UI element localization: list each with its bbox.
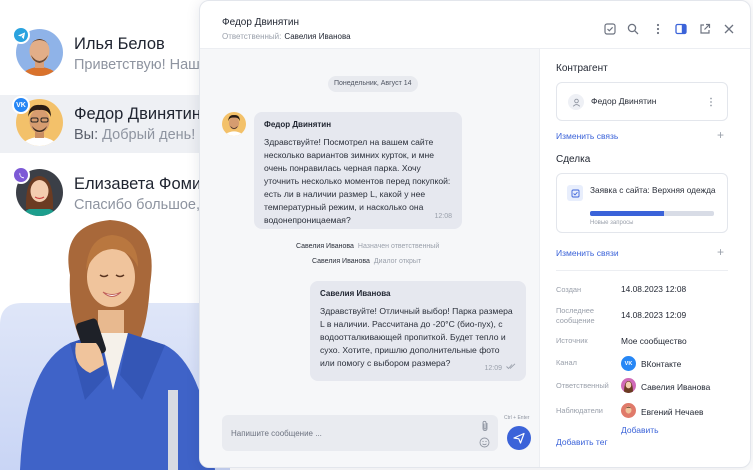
more-vertical-icon[interactable] xyxy=(651,22,665,36)
message-time: 12:08 xyxy=(434,213,452,220)
contractor-card[interactable]: Федор Двинятин xyxy=(556,82,728,121)
contact-name: Елизавета Фомина xyxy=(74,175,220,193)
deal-card[interactable]: Заявка с сайта: Верхняя одежда Новые зап… xyxy=(556,173,728,233)
message-text: Здравствуйте! Отличный выбор! Парка разм… xyxy=(320,306,513,368)
system-action: Диалог открыт xyxy=(373,258,422,265)
responsible-name: Савелия Иванова xyxy=(284,32,351,41)
system-actor: Савелия Иванова xyxy=(312,258,370,265)
avatar xyxy=(222,112,246,136)
contact-preview: Спасибо большое, п xyxy=(74,197,212,213)
contact-name: Илья Белов xyxy=(74,35,165,53)
add-tag-button[interactable]: Добавить тег xyxy=(556,437,608,447)
responsible-field-value: Савелия Иванова xyxy=(641,382,711,392)
chat-area: Понедельник, Август 14 Федор Двинятин Зд… xyxy=(200,49,540,467)
emoji-icon[interactable] xyxy=(479,435,490,453)
send-button[interactable] xyxy=(507,426,531,450)
change-link-button[interactable]: Изменить связь xyxy=(556,131,618,141)
chat-title: Федор Двинятин xyxy=(222,17,299,28)
window-header: Федор Двинятин Ответственный: Савелия Ива… xyxy=(200,1,750,49)
incoming-message: Федор Двинятин Здравствуйте! Посмотрел н… xyxy=(254,112,462,229)
date-separator: Понедельник, Август 14 xyxy=(328,76,418,92)
contact-preview: Приветствую! Наша xyxy=(74,57,208,73)
change-links-button[interactable]: Изменить связи xyxy=(556,248,619,258)
vk-icon: VK xyxy=(621,356,636,371)
vk-icon: VK xyxy=(12,96,30,114)
avatar xyxy=(621,403,636,418)
contact-item-active[interactable]: VK Федор Двинятин Вы: Добрый день! Рег xyxy=(0,95,222,153)
plus-icon[interactable]: + xyxy=(717,245,724,259)
observers-value: Евгений Нечаев xyxy=(641,407,704,417)
channel-label: Канал xyxy=(556,358,577,367)
system-actor: Савелия Иванова xyxy=(296,243,354,250)
source-label: Источник xyxy=(556,336,588,345)
message-time: 12:09 xyxy=(485,363,516,372)
deal-stage: Новые запросы xyxy=(590,220,634,226)
last-message-value: 14.08.2023 12:09 xyxy=(621,310,687,320)
woman-with-phone-image xyxy=(0,215,230,470)
source-value: Мое сообщество xyxy=(621,336,687,346)
plus-icon[interactable]: + xyxy=(717,128,724,142)
message-text: Здравствуйте! Посмотрел на вашем сайте н… xyxy=(264,137,451,225)
contact-item[interactable]: Илья Белов Приветствую! Наша xyxy=(0,25,215,83)
deal-icon xyxy=(567,185,583,201)
message-composer xyxy=(222,415,498,451)
telegram-icon xyxy=(12,26,30,44)
deal-progress-bar xyxy=(590,211,714,216)
system-event: Савелия Иванова Диалог открыт xyxy=(312,258,421,265)
deal-title: Сделка xyxy=(556,154,591,165)
info-panel: Контрагент Федор Двинятин Изменить связь… xyxy=(541,49,750,467)
chat-window: Федор Двинятин Ответственный: Савелия Ива… xyxy=(199,0,751,468)
close-icon[interactable] xyxy=(722,22,736,36)
send-icon xyxy=(513,432,525,444)
message-time-value: 12:09 xyxy=(484,365,503,372)
created-label: Создан xyxy=(556,285,582,294)
message-input[interactable] xyxy=(231,424,461,442)
last-message-label: Последнее сообщение xyxy=(556,306,595,325)
divider xyxy=(556,270,728,271)
contractor-name: Федор Двинятин xyxy=(591,96,657,106)
panel-icon[interactable] xyxy=(674,22,688,36)
search-icon[interactable] xyxy=(626,22,640,36)
contact-name: Федор Двинятин xyxy=(74,105,202,123)
responsible-line: Ответственный: Савелия Иванова xyxy=(222,32,351,41)
double-check-icon xyxy=(506,363,516,370)
responsible-label: Ответственный: xyxy=(222,32,282,41)
deal-progress-fill xyxy=(590,211,665,216)
observers-label: Наблюдатели xyxy=(556,406,603,415)
more-vertical-icon[interactable] xyxy=(708,95,714,113)
send-shortcut-hint: Ctrl + Enter xyxy=(504,415,530,421)
responsible-field-label: Ответственный xyxy=(556,381,609,390)
outgoing-message: Савелия Иванова Здравствуйте! Отличный в… xyxy=(310,281,526,381)
contractor-title: Контрагент xyxy=(556,63,608,74)
created-value: 14.08.2023 12:08 xyxy=(621,284,687,294)
deal-name: Заявка с сайта: Верхняя одежда xyxy=(590,185,716,195)
add-observer-button[interactable]: Добавить xyxy=(621,425,659,435)
message-author: Федор Двинятин xyxy=(264,120,332,129)
external-link-icon[interactable] xyxy=(698,22,712,36)
channel-value: ВКонтакте xyxy=(641,359,682,369)
message-author: Савелия Иванова xyxy=(320,289,391,298)
avatar xyxy=(621,378,636,393)
preview-prefix: Вы: xyxy=(74,127,99,143)
check-square-icon[interactable] xyxy=(603,22,617,36)
system-action: Назначен ответственный xyxy=(357,243,440,250)
person-icon xyxy=(568,94,584,110)
viber-icon xyxy=(12,166,30,184)
system-event: Савелия Иванова Назначен ответственный xyxy=(296,243,439,250)
